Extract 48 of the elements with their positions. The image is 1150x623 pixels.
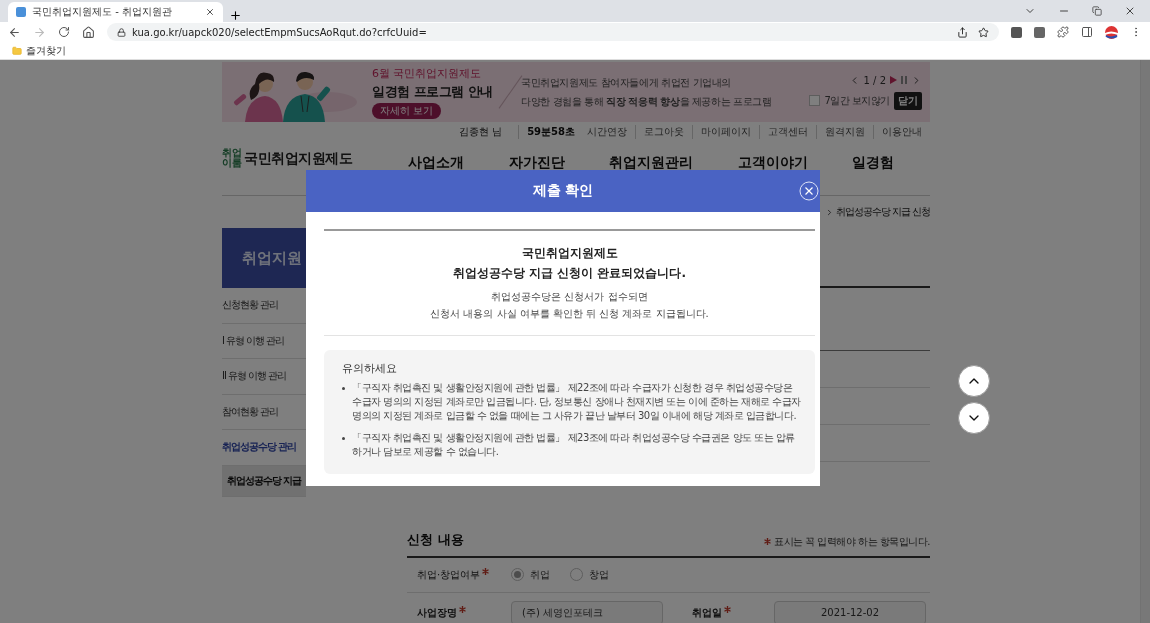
- banner-description: 국민취업지원제도 참여자들에게 취업전 기업내의: [521, 75, 732, 90]
- dialog-title: 제출 확인: [532, 182, 594, 200]
- info-text: 신청서 내용의 사실 여부를 확인한 뒤 신청 계좌로 지급됩니다.: [430, 307, 709, 321]
- detail-button[interactable]: 자세히 보기: [372, 102, 442, 119]
- breadcrumb[interactable]: 취업성공수당 지급 신청: [835, 205, 930, 219]
- field-label: 취업일: [692, 605, 722, 620]
- session-timer: 59분58초: [518, 125, 579, 139]
- logo-title: 국민취업지원제도: [244, 150, 352, 168]
- close-button[interactable]: 닫기: [894, 91, 922, 110]
- required-note: 표시는 꼭 입력해야 하는 항목입니다.: [774, 534, 930, 549]
- text-field[interactable]: 2021-12-02: [774, 600, 926, 623]
- checkbox-label: 7일간 보지않기: [824, 93, 890, 108]
- dialog-heading: 국민취업지원제도: [521, 245, 618, 262]
- header-link[interactable]: 고객센터: [759, 125, 816, 139]
- banner-description: 다양한 경험을 통해 직장 적응력 향상을 제공하는 프로그램: [521, 94, 773, 109]
- nav-item[interactable]: 일경험: [852, 154, 894, 172]
- header-link[interactable]: 로그아웃: [635, 125, 692, 139]
- header-link[interactable]: 원격지원: [816, 125, 873, 139]
- info-text: 취업성공수당은 신청서가 접수되면: [491, 290, 648, 304]
- radio-label: 취업: [530, 567, 550, 582]
- banner-title: 일경험 프로그램 안내: [372, 82, 494, 101]
- user-name: 김종현 님: [457, 125, 504, 139]
- notice-text: 「구직자 취업촉진 및 생활안정지원에 관한 법률」 제22조에 따라 수급자가 신청한 경우 취업성공수당은 수급자 명의의 지정된 계좌로만 입금됩니다. 단, 정보통신 장애나 천재지변 또는 이에 준하는 재해로 수급자 명의의 지정된 계좌로 입금할 수 없을 때에는 그 사유가 끝난 날부터 30일 이내에 해당 계좌로 입금합니다.: [352, 381, 802, 423]
- section-title: 신청 내용: [407, 530, 464, 549]
- browser-tab[interactable]: 국민취업지원제도 - 취업지원관: [8, 2, 223, 22]
- field-label: 사업장명: [417, 605, 457, 620]
- logo-mark: 이룸: [222, 158, 242, 168]
- pager-count: 1 / 2: [863, 74, 886, 86]
- notice-title: 유의하세요: [342, 362, 398, 376]
- field-label: 취업·창업여부: [417, 567, 481, 582]
- bookmark[interactable]: 즐겨찾기: [26, 43, 66, 58]
- nav-item[interactable]: 사업소개: [408, 154, 464, 172]
- header-link[interactable]: 시간연장: [579, 125, 635, 139]
- logo-mark: 취업: [222, 148, 242, 158]
- radio-label: 창업: [589, 567, 609, 582]
- nav-item[interactable]: 자가진단: [508, 154, 565, 172]
- nav-item[interactable]: 취업지원관리: [609, 154, 693, 172]
- text-field[interactable]: (주) 세영인포테크: [511, 600, 663, 623]
- result-message: 취업성공수당 지급 신청이 완료되었습니다.: [452, 265, 687, 282]
- sidebar-subitem[interactable]: 취업성공수당 지급: [222, 465, 306, 497]
- header-link[interactable]: 마이페이지: [692, 125, 759, 139]
- sidebar-title: 취업지원: [222, 228, 306, 288]
- url-text: kua.go.kr/uapck020/selectEmpmSucsAoRqut.do?crfcUuid=: [132, 26, 427, 38]
- address-bar[interactable]: kua.go.kr/uapck020/selectEmpmSucsAoRqut.do?crfcUuid=: [107, 23, 999, 41]
- notice-text: 「구직자 취업촉진 및 생활안정지원에 관한 법률」 제23조에 따라 취업성공수당 수급권은 양도 또는 압류하거나 담보로 제공할 수 없습니다.: [352, 431, 796, 459]
- banner-eyebrow: 6월 국민취업지원제도: [372, 65, 483, 81]
- header-link[interactable]: 이용안내: [873, 125, 930, 139]
- nav-item[interactable]: 고객이야기: [737, 154, 808, 172]
